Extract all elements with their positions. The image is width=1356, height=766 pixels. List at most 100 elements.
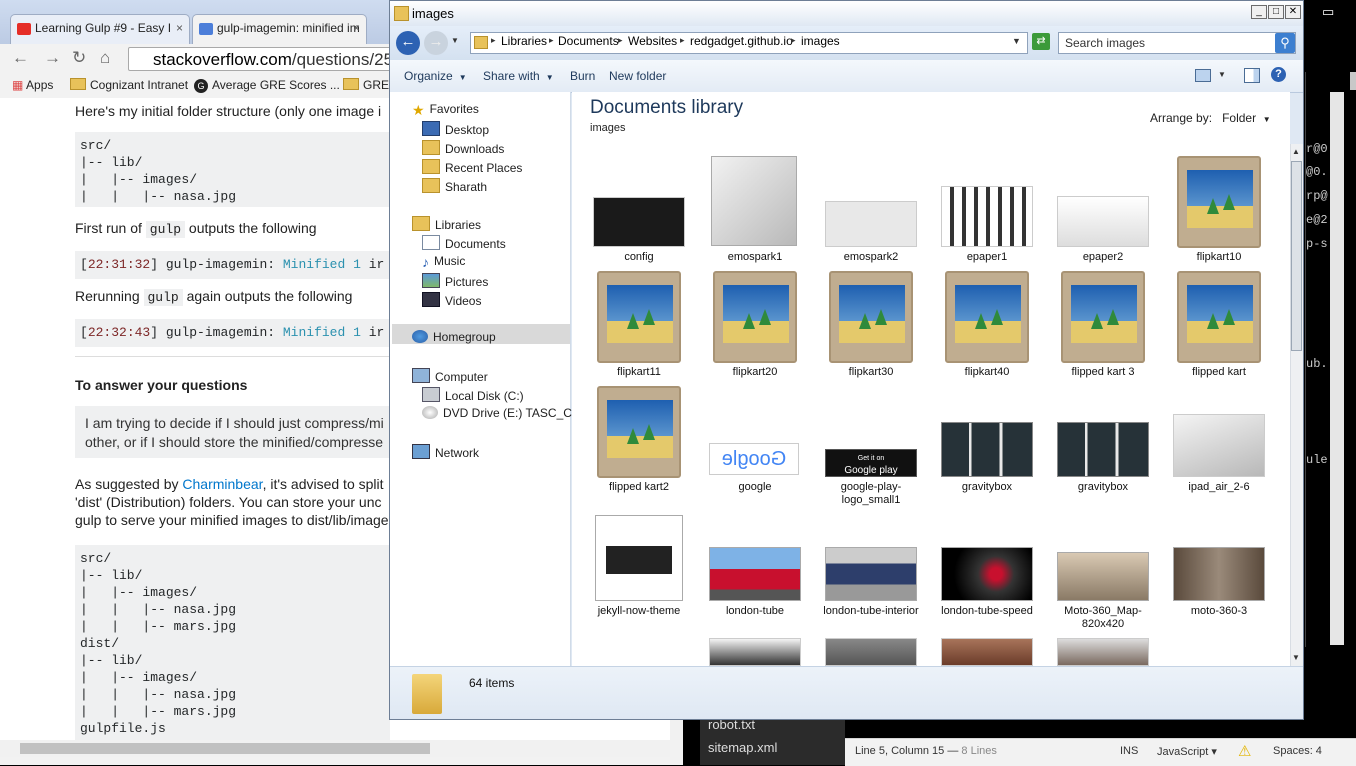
chevron-right-icon[interactable]: ▸ xyxy=(791,35,796,46)
breadcrumb-websites[interactable]: Websites xyxy=(628,34,677,48)
thumbnail-flipped-kart-3[interactable] xyxy=(1061,271,1145,363)
file-list-scroll-thumb[interactable] xyxy=(1291,161,1302,351)
nav-local-disk[interactable]: Local Disk (C:) xyxy=(422,387,524,403)
file-item[interactable]: ipad_air_2-6 xyxy=(1163,481,1275,494)
thumbnail-google-play[interactable]: Get it on Google play xyxy=(825,449,917,477)
file-item[interactable]: london-tube-speed xyxy=(931,605,1043,618)
thumbnail-moto-360-map[interactable] xyxy=(1057,552,1149,601)
scroll-down-icon[interactable]: ▼ xyxy=(1292,653,1300,662)
thumbnail-ipad-air[interactable] xyxy=(1173,414,1265,477)
search-input[interactable]: Search images xyxy=(1058,32,1296,54)
breadcrumb-images[interactable]: images xyxy=(801,34,840,48)
file-item[interactable]: moto-360-3 xyxy=(1163,605,1275,618)
thumbnail-epaper2[interactable] xyxy=(1057,196,1149,247)
file-item[interactable]: epaper2 xyxy=(1047,251,1159,264)
file-item[interactable]: epaper1 xyxy=(931,251,1043,264)
refresh-icon[interactable]: ⇄ xyxy=(1032,33,1050,50)
browser-tab-2[interactable]: gulp-imagemin: minified im × xyxy=(192,14,367,44)
breadcrumb-libraries[interactable]: Libraries xyxy=(501,34,547,48)
nav-libraries[interactable]: Libraries xyxy=(412,216,481,232)
file-item[interactable]: emospark1 xyxy=(699,251,811,264)
new-folder-button[interactable]: New folder xyxy=(609,69,666,83)
warning-icon[interactable]: ⚠ xyxy=(1238,742,1251,760)
nav-sharath[interactable]: Sharath xyxy=(422,178,487,194)
close-tab-icon[interactable]: × xyxy=(353,21,360,35)
thumbnail-london-tube-interior[interactable] xyxy=(825,547,917,601)
thumbnail-google[interactable]: Google xyxy=(709,443,799,475)
bookmark-gre[interactable]: GRE xyxy=(343,78,389,92)
file-item[interactable]: flipped kart2 xyxy=(583,481,695,494)
home-icon[interactable]: ⌂ xyxy=(100,48,110,68)
reload-icon[interactable]: ↻ xyxy=(72,48,86,68)
nav-documents[interactable]: Documents xyxy=(422,235,506,251)
recent-pages-icon[interactable]: ▼ xyxy=(451,36,459,45)
breadcrumb-documents[interactable]: Documents xyxy=(558,34,619,48)
thumbnail-jekyll-now-theme[interactable] xyxy=(595,515,683,601)
view-dropdown-icon[interactable]: ▼ xyxy=(1218,70,1226,79)
nav-pictures[interactable]: Pictures xyxy=(422,273,488,289)
close-button[interactable]: ✕ xyxy=(1285,5,1301,19)
thumbnail-flipped-kart[interactable] xyxy=(1177,271,1261,363)
close-tab-icon[interactable]: × xyxy=(176,21,183,35)
thumbnail-gravitybox-1[interactable] xyxy=(941,422,1033,477)
back-icon[interactable]: ← xyxy=(12,48,29,68)
search-icon[interactable]: ⚲ xyxy=(1275,33,1295,53)
thumbnail-flipkart10[interactable] xyxy=(1177,156,1261,248)
file-item[interactable]: flipkart30 xyxy=(815,366,927,379)
file-item[interactable]: google xyxy=(699,481,811,494)
thumbnail-london-tube-speed[interactable] xyxy=(941,547,1033,601)
thumbnail-emospark2[interactable] xyxy=(825,201,917,247)
nav-favorites[interactable]: ★ Favorites xyxy=(412,102,479,118)
file-item[interactable]: emospark2 xyxy=(815,251,927,264)
arrange-by[interactable]: Arrange by: Folder ▼ xyxy=(1150,111,1271,125)
insert-mode[interactable]: INS xyxy=(1120,745,1138,757)
chevron-right-icon[interactable]: ▸ xyxy=(680,35,685,46)
nav-music[interactable]: ♪ Music xyxy=(422,254,465,270)
thumbnail-moto-360-3[interactable] xyxy=(1173,547,1265,601)
bookmark-gre-scores[interactable]: G Average GRE Scores ... xyxy=(194,78,340,93)
bookmark-apps[interactable]: ▦ Apps xyxy=(12,78,53,92)
maximize-button[interactable]: □ xyxy=(1268,5,1284,19)
arrange-value[interactable]: Folder xyxy=(1222,111,1256,125)
thumbnail-emospark1[interactable] xyxy=(711,156,797,246)
file-item[interactable]: jekyll-now-theme xyxy=(583,605,695,618)
thumbnail-flipkart30[interactable] xyxy=(829,271,913,363)
address-dropdown-icon[interactable]: ▼ xyxy=(1012,36,1021,46)
breadcrumb-redgadget[interactable]: redgadget.github.io xyxy=(690,34,793,48)
thumbnail-partial[interactable] xyxy=(1057,638,1149,666)
address-bar[interactable]: stackoverflow.com/questions/251 xyxy=(128,47,408,71)
thumbnail-flipkart40[interactable] xyxy=(945,271,1029,363)
preview-pane-icon[interactable] xyxy=(1244,68,1260,83)
file-item[interactable]: gravitybox xyxy=(1047,481,1159,494)
nav-homegroup[interactable]: Homegroup xyxy=(412,330,496,344)
file-item[interactable]: flipkart40 xyxy=(931,366,1043,379)
chevron-right-icon[interactable]: ▸ xyxy=(491,35,496,46)
share-with-menu[interactable]: Share with ▼ xyxy=(483,69,554,83)
thumbnail-partial[interactable] xyxy=(709,638,801,666)
nav-desktop[interactable]: Desktop xyxy=(422,121,489,137)
charminbear-link[interactable]: Charminbear xyxy=(182,476,262,492)
nav-dvd-drive[interactable]: DVD Drive (E:) TASC_CCD_ xyxy=(422,406,596,420)
help-icon[interactable]: ? xyxy=(1271,67,1286,82)
nav-network[interactable]: Network xyxy=(412,444,479,460)
back-button[interactable]: ← xyxy=(396,31,420,55)
file-item[interactable]: Moto-360_Map-820x420 xyxy=(1047,605,1159,631)
nav-downloads[interactable]: Downloads xyxy=(422,140,504,156)
file-item[interactable]: flipkart11 xyxy=(583,366,695,379)
chevron-right-icon[interactable]: ▸ xyxy=(549,35,554,46)
thumbnail-gravitybox-2[interactable] xyxy=(1057,422,1149,477)
file-item[interactable]: flipped kart 3 xyxy=(1047,366,1159,379)
organize-menu[interactable]: Organize ▼ xyxy=(404,69,467,83)
scroll-up-icon[interactable]: ▲ xyxy=(1292,147,1300,156)
thumbnail-flipkart11[interactable] xyxy=(597,271,681,363)
file-item[interactable]: gravitybox xyxy=(931,481,1043,494)
thumbnail-partial[interactable] xyxy=(825,638,917,666)
thumbnail-partial[interactable] xyxy=(941,638,1033,666)
file-item[interactable]: flipped kart xyxy=(1163,366,1275,379)
nav-computer[interactable]: Computer xyxy=(412,368,488,384)
thumbnail-config[interactable] xyxy=(593,197,685,247)
nav-videos[interactable]: Videos xyxy=(422,292,481,308)
thumbnail-flipkart20[interactable] xyxy=(713,271,797,363)
file-item[interactable]: google-play-logo_small1 xyxy=(815,481,927,507)
thumbnail-epaper1[interactable] xyxy=(941,186,1033,247)
